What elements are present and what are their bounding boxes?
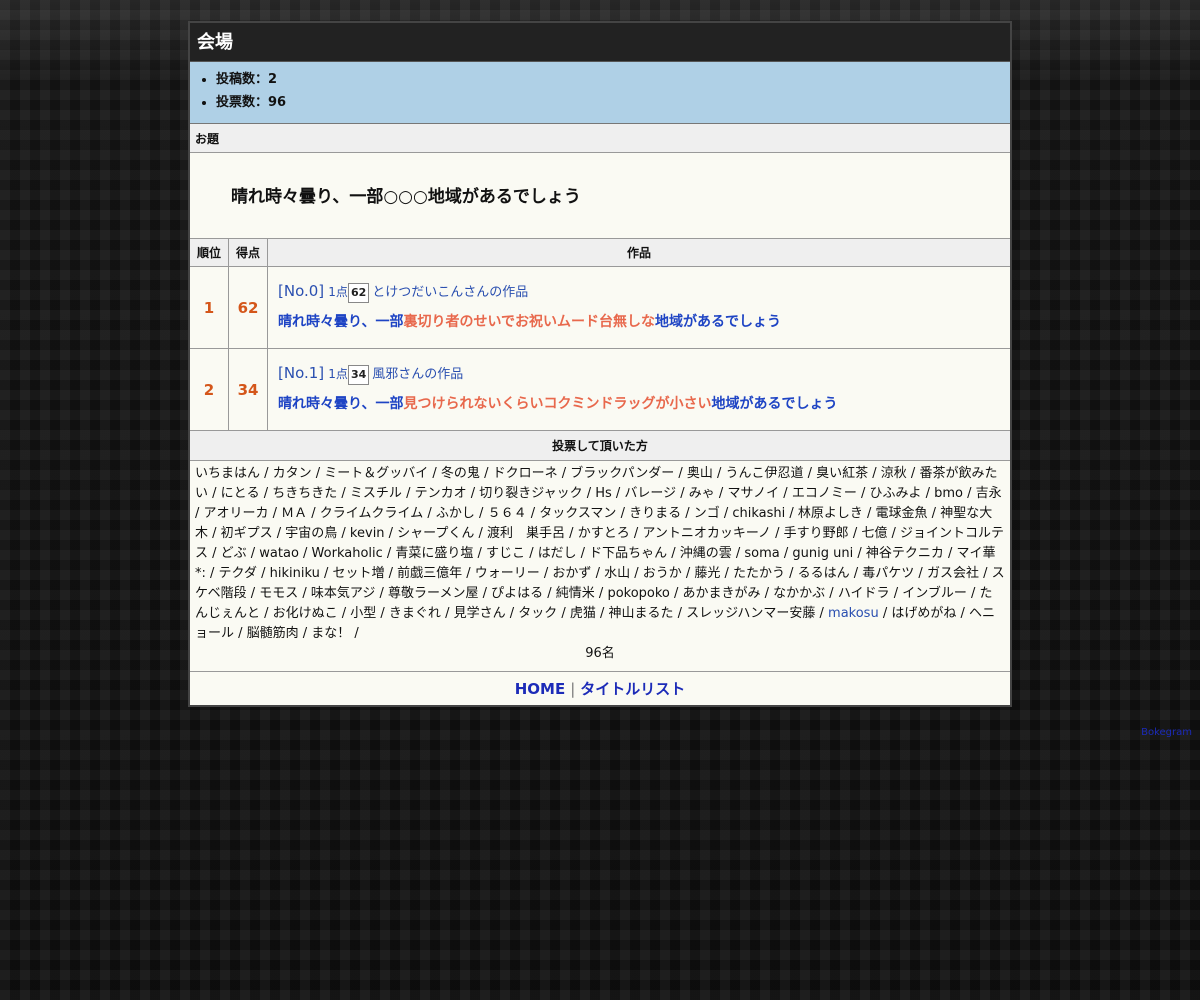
title-list-link[interactable]: タイトルリスト [580, 680, 685, 698]
rank-header: 順位 [190, 239, 229, 267]
results-table: 順位 得点 作品 1 62 [No.0] 1点 62 とけつだいこんさんの作品 晴れ… [190, 239, 1010, 431]
work-meta: [No.0] 1点 62 とけつだいこんさんの作品 [278, 281, 1010, 303]
voter-link[interactable]: makosu [828, 606, 879, 621]
work-number-link[interactable]: [No.0] [278, 282, 324, 300]
results-header-row: 順位 得点 作品 [190, 239, 1010, 267]
score-header: 得点 [228, 239, 268, 267]
point-count-badge: 62 [347, 283, 370, 303]
work-suffix: 地域があるでしょう [655, 314, 782, 330]
work-header: 作品 [267, 239, 1010, 267]
stats-list: 投稿数：2 投票数：96 [190, 68, 1010, 114]
credit-link[interactable]: Bokegram [1141, 727, 1192, 738]
point-count-badge: 34 [347, 365, 370, 385]
work-number-link[interactable]: [No.1] [278, 364, 324, 382]
venue-panel: 会場 投稿数：2 投票数：96 お題 晴れ時々曇り、一部○○○地域があるでしょう… [188, 21, 1012, 707]
home-link[interactable]: HOME [515, 680, 565, 698]
table-row: 2 34 [No.1] 1点 34 風邪さんの作品 晴れ時々曇り、一部見つけられない… [190, 348, 1010, 431]
odai-heading: お題 [190, 124, 1010, 153]
author-link[interactable]: 風邪さんの作品 [372, 367, 463, 382]
rank-value: 1 [190, 266, 229, 349]
table-row: 1 62 [No.0] 1点 62 とけつだいこんさんの作品 晴れ時々曇り、一部裏切… [190, 266, 1010, 349]
work-text: 晴れ時々曇り、一部裏切り者のせいでお祝いムード台無しな地域があるでしょう [278, 311, 1010, 331]
score-value: 34 [228, 348, 268, 431]
author-link[interactable]: とけつだいこんさんの作品 [372, 285, 528, 300]
voter-count: 96名 [585, 646, 615, 661]
voters-names: いちまはん / カタン / ミート＆グッバイ / 冬の鬼 / ドクローネ / ブ… [195, 466, 1005, 621]
voters-list: いちまはん / カタン / ミート＆グッバイ / 冬の鬼 / ドクローネ / ブ… [190, 461, 1010, 667]
work-cell: [No.1] 1点 34 風邪さんの作品 晴れ時々曇り、一部見つけられないくらいコク… [267, 348, 1010, 431]
work-text: 晴れ時々曇り、一部見つけられないくらいコクミンドラッグが小さい地域があるでしょう [278, 393, 1010, 413]
work-prefix: 晴れ時々曇り、一部 [278, 314, 404, 330]
work-suffix: 地域があるでしょう [711, 396, 838, 412]
voters-heading: 投票して頂いた方 [190, 431, 1010, 461]
odai-text: 晴れ時々曇り、一部○○○地域があるでしょう [190, 153, 1010, 239]
work-prefix: 晴れ時々曇り、一部 [278, 396, 404, 412]
stats-box: 投稿数：2 投票数：96 [190, 62, 1010, 124]
venue-title: 会場 [190, 23, 1010, 62]
rank-value: 2 [190, 348, 229, 431]
post-count: 投稿数：2 [216, 68, 1010, 91]
score-value: 62 [228, 266, 268, 349]
work-fill: 裏切り者のせいでお祝いムード台無しな [403, 314, 656, 330]
point-label: 1点 [328, 285, 348, 299]
footer-nav: HOME | タイトルリスト [190, 671, 1010, 705]
nav-separator: | [570, 680, 576, 698]
work-meta: [No.1] 1点 34 風邪さんの作品 [278, 363, 1010, 385]
point-label: 1点 [328, 367, 348, 381]
vote-count: 投票数：96 [216, 91, 1010, 114]
work-fill: 見つけられないくらいコクミンドラッグが小さい [403, 396, 712, 412]
work-cell: [No.0] 1点 62 とけつだいこんさんの作品 晴れ時々曇り、一部裏切り者のせい… [267, 266, 1010, 349]
